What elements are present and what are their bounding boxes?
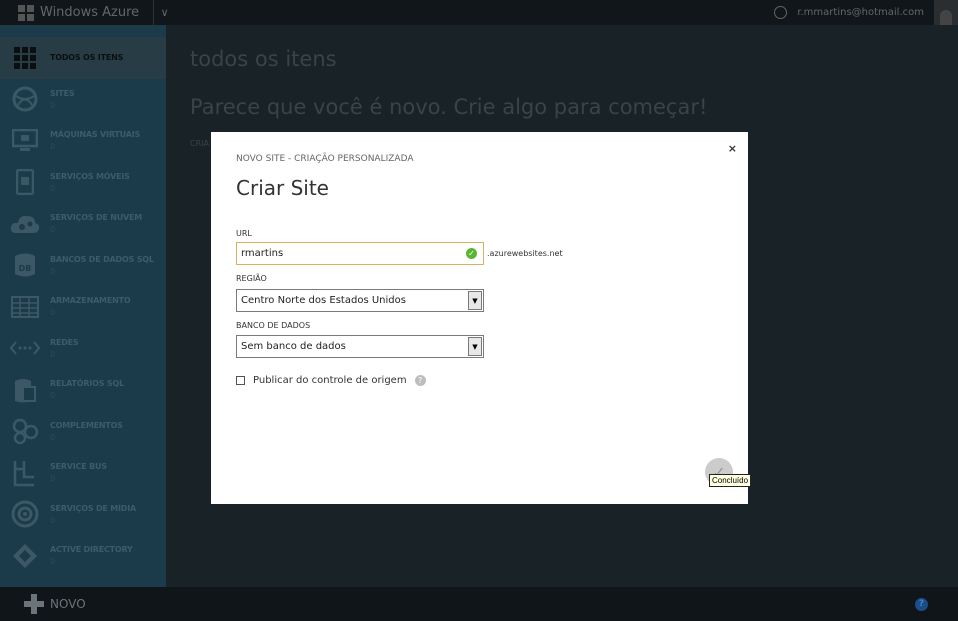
sidebar-item-todos-os-itens[interactable]: TODOS OS ITENS [0, 37, 166, 79]
sidebar-item-label: ARMAZENAMENTO [50, 296, 131, 306]
sidebar-item-count: 0 [50, 391, 56, 401]
bottom-bar: NOVO ? [0, 587, 958, 621]
sidebar-item-complementos[interactable]: COMPLEMENTOS 0 [0, 411, 166, 453]
brand-label: Windows Azure [40, 5, 140, 20]
sidebar-item-bancos-de-dados-sql[interactable]: DB BANCOS DE DADOS SQL 0 [0, 245, 166, 287]
dialog-title: Criar Site [236, 176, 329, 200]
close-button[interactable]: × [728, 142, 737, 155]
avatar[interactable] [934, 0, 958, 25]
sidebar-item-service-bus[interactable]: SERVICE BUS 0 [0, 452, 166, 494]
region-label: REGIÃO [236, 274, 267, 283]
report-icon [10, 375, 40, 405]
url-input-value: rmartins [241, 248, 284, 259]
publish-label[interactable]: Publicar do controle de origem [253, 375, 407, 386]
sidebar-item-redes[interactable]: REDES 0 [0, 328, 166, 370]
url-suffix: .azurewebsites.net [487, 249, 563, 258]
sidebar-item-label: MÁQUINAS VIRTUAIS [50, 130, 141, 140]
sidebar-item-label: SERVIÇOS DE NUVEM [50, 213, 143, 223]
svg-text:DB: DB [19, 264, 32, 273]
sidebar-item-label: ACTIVE DIRECTORY [50, 545, 133, 555]
sidebar-item-count: 0 [50, 225, 56, 235]
sidebar-item-label: SERVICE BUS [50, 462, 107, 472]
page-title: todos os itens [190, 47, 337, 71]
chevron-down-icon[interactable]: ∨ [153, 0, 175, 25]
sidebar-item-servicos-de-nuvem[interactable]: SERVIÇOS DE NUVEM 0 [0, 203, 166, 245]
grid-icon [10, 43, 40, 73]
sidebar-item-relatorios-sql[interactable]: RELATÓRIOS SQL 0 [0, 369, 166, 411]
media-icon [10, 499, 40, 529]
sidebar-item-count: 0 [50, 100, 56, 110]
url-label: URL [236, 229, 252, 238]
web-sites-icon [10, 84, 40, 114]
sidebar-item-servicos-moveis[interactable]: SERVIÇOS MÓVEIS 0 [0, 162, 166, 204]
sidebar-item-armazenamento[interactable]: ARMAZENAMENTO 0 [0, 286, 166, 328]
check-icon: ✓ [466, 248, 477, 259]
sidebar: TODOS OS ITENS SITES 0 MÁQUINAS VIRTUAIS 0… [0, 25, 166, 587]
globe-icon[interactable] [774, 6, 788, 19]
sidebar-item-sites[interactable]: SITES 0 [0, 79, 166, 121]
database-select[interactable]: Sem banco de dados ▼ [236, 335, 484, 358]
windows-logo-icon [18, 4, 34, 21]
sidebar-item-count: 0 [50, 349, 56, 359]
directory-icon [10, 541, 40, 571]
monitor-icon [10, 126, 40, 156]
table-icon [10, 292, 40, 322]
publish-option: Publicar do controle de origem ? [236, 375, 426, 386]
service-bus-icon [10, 458, 40, 488]
database-icon: DB [10, 250, 40, 280]
create-site-dialog: × NOVO SITE - CRIAÇÃO PERSONALIZADA Cria… [211, 132, 752, 504]
help-button[interactable]: ? [915, 597, 928, 611]
mobile-icon [10, 167, 40, 197]
network-icon [10, 333, 40, 363]
sidebar-item-count: 0 [50, 142, 56, 152]
sidebar-item-count: 0 [50, 557, 56, 567]
new-button-label: NOVO [50, 597, 86, 611]
dropdown-arrow-icon[interactable]: ▼ [468, 291, 482, 310]
create-link[interactable]: CRIA [190, 139, 209, 148]
help-icon[interactable]: ? [414, 375, 426, 386]
sidebar-item-label: RELATÓRIOS SQL [50, 379, 124, 389]
sidebar-item-count: 0 [50, 183, 56, 193]
sidebar-item-label: SERVIÇOS DE MÍDIA [50, 503, 137, 513]
sidebar-item-count: 0 [50, 266, 56, 276]
cloud-gears-icon [10, 209, 40, 239]
sidebar-item-label: SITES [50, 88, 75, 98]
sidebar-item-label: TODOS OS ITENS [50, 53, 124, 63]
intro-text: Parece que você é novo. Crie algo para c… [190, 95, 708, 119]
sidebar-item-label: SERVIÇOS MÓVEIS [50, 171, 130, 181]
dialog-subtitle: NOVO SITE - CRIAÇÃO PERSONALIZADA [236, 154, 414, 164]
new-button[interactable]: NOVO [24, 594, 86, 614]
database-label: BANCO DE DADOS [236, 321, 311, 330]
sidebar-item-maquinas-virtuais[interactable]: MÁQUINAS VIRTUAIS 0 [0, 120, 166, 162]
sidebar-item-label: COMPLEMENTOS [50, 420, 123, 430]
url-input[interactable]: rmartins ✓ [236, 242, 484, 265]
plus-icon [24, 594, 44, 614]
brand[interactable]: Windows Azure [0, 0, 139, 25]
user-email[interactable]: r.mmartins@hotmail.com [797, 7, 924, 18]
database-select-value: Sem banco de dados [241, 341, 346, 352]
complete-tooltip: Concluído [709, 474, 752, 487]
sidebar-item-count: 0 [50, 308, 56, 318]
sidebar-item-active-directory[interactable]: ACTIVE DIRECTORY 0 [0, 535, 166, 577]
region-select-value: Centro Norte dos Estados Unidos [241, 295, 406, 306]
region-select[interactable]: Centro Norte dos Estados Unidos ▼ [236, 289, 484, 312]
publish-checkbox[interactable] [236, 376, 245, 385]
sidebar-item-count: 0 [50, 432, 56, 442]
top-bar: Windows Azure ∨ r.mmartins@hotmail.com [0, 0, 958, 25]
sidebar-item-label: BANCOS DE DADOS SQL [50, 254, 154, 264]
sidebar-item-count: 0 [50, 515, 56, 525]
addons-icon [10, 416, 40, 446]
sidebar-item-servicos-de-midia[interactable]: SERVIÇOS DE MÍDIA 0 [0, 494, 166, 536]
sidebar-item-count: 0 [50, 474, 56, 484]
sidebar-item-label: REDES [50, 337, 79, 347]
dropdown-arrow-icon[interactable]: ▼ [468, 337, 482, 356]
